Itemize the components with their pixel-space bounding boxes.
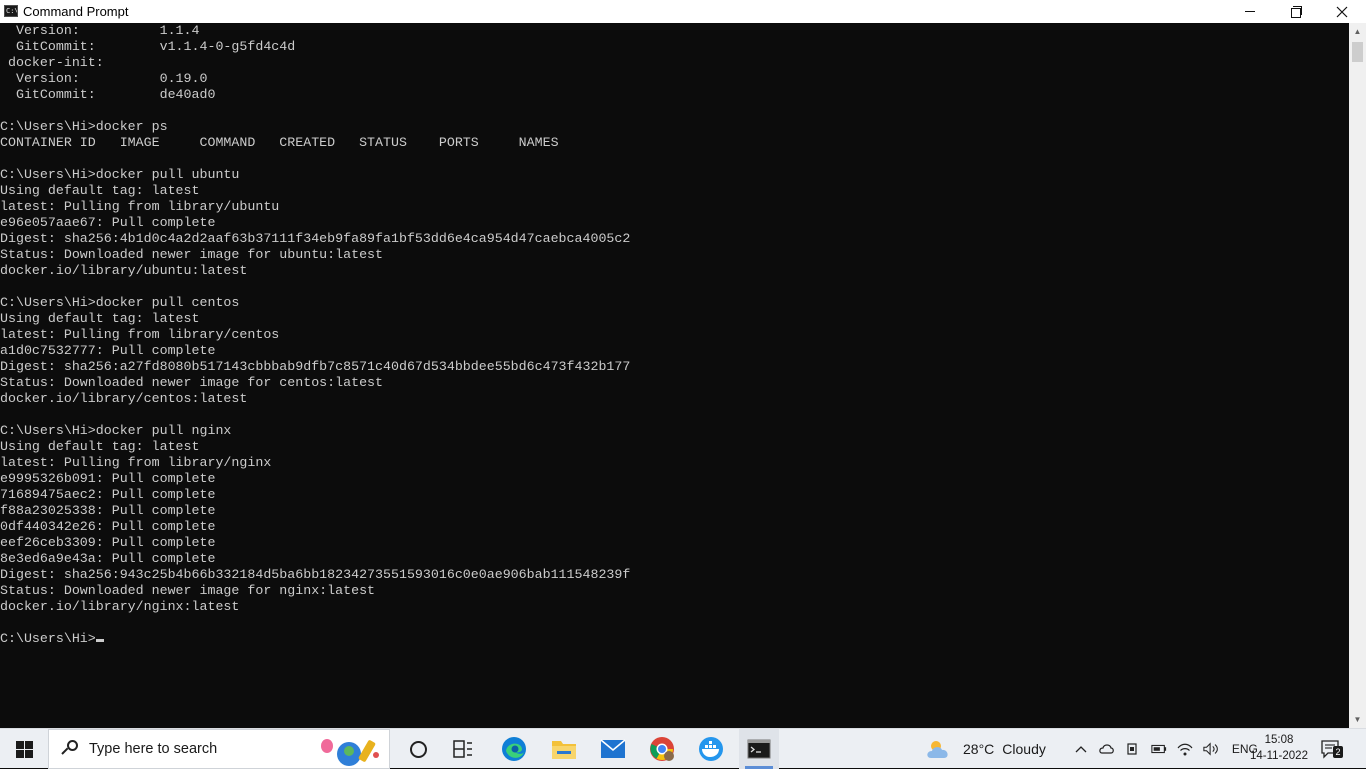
console-line: 8e3ed6a9e43a: Pull complete [0, 551, 216, 566]
console-line: docker.io/library/nginx:latest [0, 599, 240, 614]
restore-icon [1290, 6, 1302, 18]
search-highlight-icon [311, 734, 389, 766]
prompt-text: C:\Users\Hi> [0, 631, 96, 646]
console-line: C:\Users\Hi>docker pull ubuntu [0, 167, 240, 182]
taskbar-app-chrome[interactable] [642, 729, 682, 769]
widgets-button[interactable] [442, 729, 484, 769]
battery-icon[interactable] [1151, 741, 1167, 757]
console-line: latest: Pulling from library/nginx [0, 455, 272, 470]
taskbar-app-file-explorer[interactable] [544, 729, 584, 769]
title-bar[interactable]: C:\_ Command Prompt [0, 0, 1366, 23]
chrome-icon [650, 737, 674, 761]
scroll-down-arrow-icon[interactable]: ▼ [1349, 711, 1366, 728]
console-line: docker.io/library/centos:latest [0, 391, 248, 406]
console-line: GitCommit: de40ad0 [0, 87, 216, 102]
console-line: GitCommit: v1.1.4-0-g5fd4c4d [0, 39, 296, 54]
folder-icon [552, 741, 576, 759]
console-line: eef26ceb3309: Pull complete [0, 535, 216, 550]
console-line: Using default tag: latest [0, 311, 200, 326]
text-cursor [95, 639, 104, 642]
taskbar-app-command-prompt[interactable] [739, 729, 779, 769]
console-text: Version: 1.1.4 GitCommit: v1.1.4-0-g5fd4… [0, 23, 630, 647]
widgets-icon [453, 740, 472, 758]
meet-now-icon[interactable] [1125, 741, 1141, 757]
console-line: f88a23025338: Pull complete [0, 503, 216, 518]
console-line: Digest: sha256:943c25b4b66b332184d5ba6bb… [0, 567, 631, 582]
system-tray: 28°C Cloudy ENG [925, 729, 1258, 769]
cmd-window-icon[interactable]: C:\_ [4, 5, 18, 17]
console-line: C:\Users\Hi>docker pull centos [0, 295, 240, 310]
console-line: Digest: sha256:a27fd8080b517143cbbbab9df… [0, 359, 631, 374]
search-icon [61, 739, 81, 759]
clock[interactable]: 15:08 14-11-2022 [1244, 732, 1314, 764]
task-view-button[interactable] [398, 729, 438, 769]
restore-button[interactable] [1273, 0, 1319, 23]
docker-icon [699, 737, 723, 761]
chevron-up-icon[interactable] [1073, 741, 1089, 757]
console-line: Using default tag: latest [0, 439, 200, 454]
search-placeholder: Type here to search [89, 741, 218, 757]
weather-temperature[interactable]: 28°C [963, 741, 994, 757]
search-box[interactable]: Type here to search [48, 729, 390, 769]
scroll-thumb[interactable] [1352, 42, 1363, 62]
console-line: docker-init: [0, 55, 104, 70]
console-line: docker.io/library/ubuntu:latest [0, 263, 248, 278]
windows-logo-icon [15, 740, 33, 758]
edge-icon [502, 737, 526, 761]
close-icon [1336, 6, 1348, 17]
console-line: Status: Downloaded newer image for cento… [0, 375, 384, 390]
console-line: C:\Users\Hi>docker pull nginx [0, 423, 232, 438]
console-line: e9995326b091: Pull complete [0, 471, 216, 486]
console-line: CONTAINER ID IMAGE COMMAND CREATED STATU… [0, 135, 559, 150]
console-line: Version: 0.19.0 [0, 71, 208, 86]
console-line: Status: Downloaded newer image for ubunt… [0, 247, 384, 262]
cloudy-weather-icon[interactable] [925, 738, 955, 760]
console-line: Digest: sha256:4b1d0c4a2d2aaf63b37111f34… [0, 231, 631, 246]
onedrive-sync-icon[interactable] [1099, 741, 1115, 757]
vertical-scrollbar[interactable]: ▲ ▼ [1349, 23, 1366, 728]
console-line: e96e057aae67: Pull complete [0, 215, 216, 230]
console-line: latest: Pulling from library/centos [0, 327, 280, 342]
minimize-button[interactable] [1227, 0, 1273, 23]
taskbar: Type here to search 28°C Cloudy ENG 15:0… [0, 728, 1366, 769]
clock-time: 15:08 [1264, 734, 1294, 746]
console-line: latest: Pulling from library/ubuntu [0, 199, 280, 214]
console-output[interactable]: Version: 1.1.4 GitCommit: v1.1.4-0-g5fd4… [0, 23, 1349, 728]
notifications-button[interactable]: 2 [1320, 739, 1343, 759]
console-line: 71689475aec2: Pull complete [0, 487, 216, 502]
window-title: Command Prompt [23, 4, 129, 19]
task-view-icon [409, 740, 427, 758]
start-button[interactable] [0, 729, 48, 769]
taskbar-app-mail[interactable] [593, 729, 633, 769]
console-line: 0df440342e26: Pull complete [0, 519, 216, 534]
console-line: Using default tag: latest [0, 183, 200, 198]
volume-icon[interactable] [1203, 741, 1219, 757]
scroll-up-arrow-icon[interactable]: ▲ [1349, 23, 1366, 40]
taskbar-app-edge[interactable] [494, 729, 534, 769]
console-line: Version: 1.1.4 [0, 23, 200, 38]
taskbar-app-docker[interactable] [691, 729, 731, 769]
console-line: C:\Users\Hi>docker ps [0, 119, 168, 134]
notification-count-badge: 2 [1333, 746, 1343, 758]
console-line: Status: Downloaded newer image for nginx… [0, 583, 376, 598]
command-prompt-line[interactable]: C:\Users\Hi> [0, 631, 630, 647]
minimize-icon [1245, 11, 1255, 12]
wifi-icon[interactable] [1177, 741, 1193, 757]
console-line: a1d0c7532777: Pull complete [0, 343, 216, 358]
mail-icon [600, 739, 626, 758]
close-button[interactable] [1319, 0, 1365, 23]
weather-condition[interactable]: Cloudy [1002, 741, 1046, 757]
cmd-icon [747, 739, 771, 759]
clock-date: 14-11-2022 [1250, 750, 1308, 762]
